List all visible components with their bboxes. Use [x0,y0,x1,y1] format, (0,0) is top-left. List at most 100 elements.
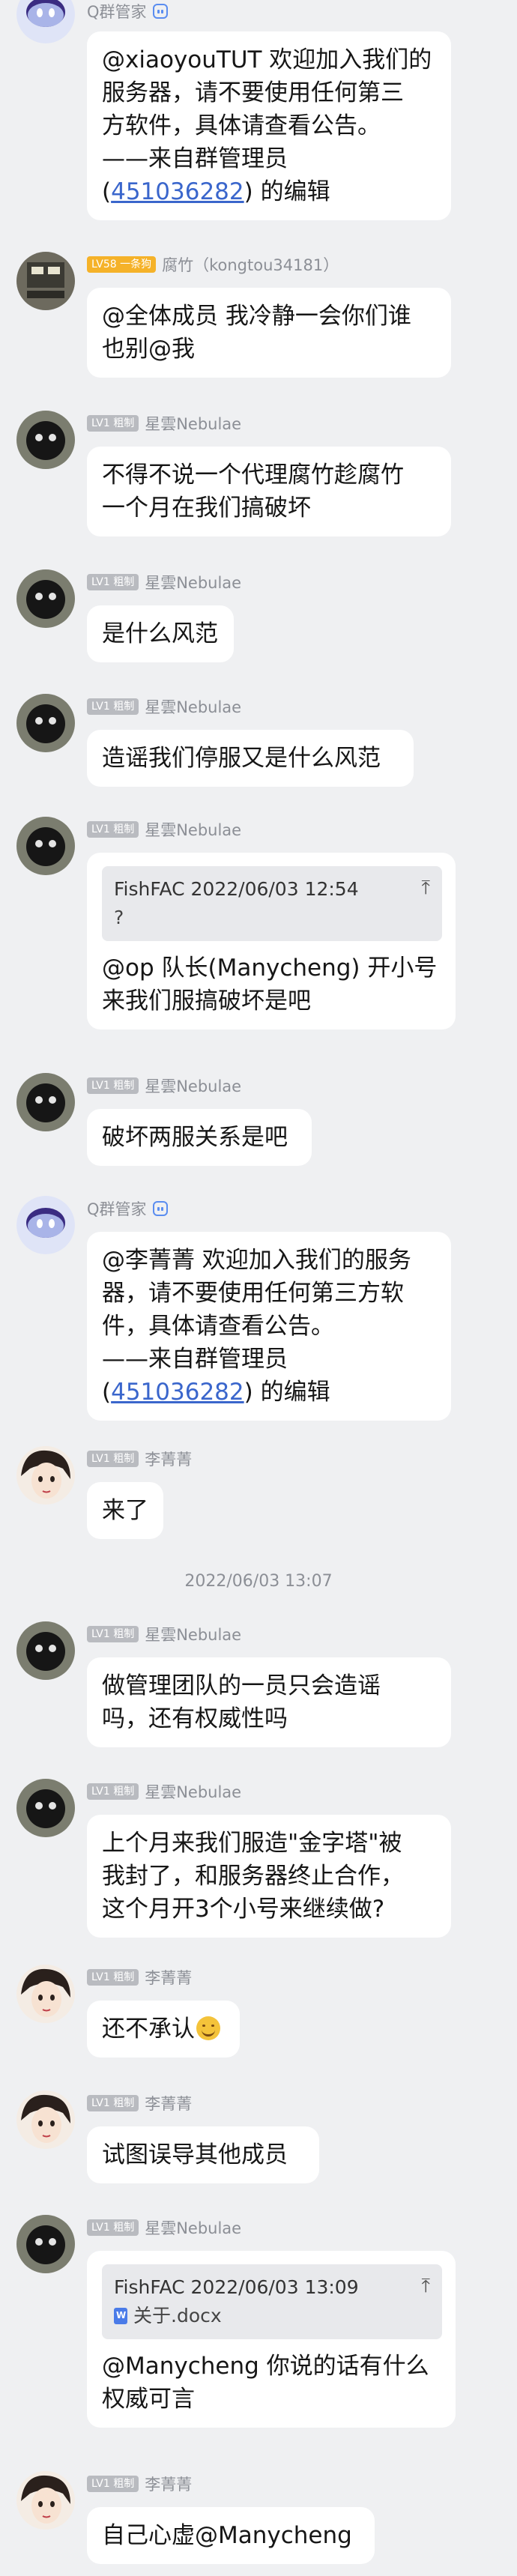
message-line: 权威可言 [102,2386,195,2413]
message-line: 这个月开3个小号来继续做? [102,1896,385,1923]
message-bubble[interactable]: 自己心虚@Manycheng [87,2507,375,2564]
level-badge: LV1 粗制 [87,1626,139,1642]
arrow-up-to-line-icon[interactable]: ⤒ [422,2272,431,2300]
avatar[interactable] [16,817,75,875]
bot-avatar-icon [16,1196,75,1254]
sender-name[interactable]: 星雲Nebulae [145,2216,241,2239]
message-bubble[interactable]: 来了 [87,1482,163,1539]
quoted-message[interactable]: FishFAC 2022/06/03 12:54 ? ⤒ [102,866,442,941]
message-bubble[interactable]: 还不承认 [87,2001,240,2058]
sender-meta: LV1 粗制 李菁菁 [87,1448,192,1470]
quote-attachment[interactable]: 关于.docx [114,2302,430,2330]
nebulae-avatar-icon [16,1073,75,1131]
avatar[interactable] [16,1446,75,1505]
sender-name[interactable]: 李菁菁 [145,1448,192,1470]
sender-name[interactable]: 星雲Nebulae [145,1623,241,1645]
level-badge: LV1 粗制 [87,821,139,838]
message-line: 我封了，和服务器终止合作， [102,1863,404,1890]
sender-name[interactable]: 星雲Nebulae [145,1074,241,1097]
avatar[interactable] [16,2090,75,2149]
avatar[interactable] [16,411,75,469]
arrow-up-to-line-icon[interactable]: ⤒ [422,874,431,902]
level-badge: LV1 粗制 [87,2095,139,2111]
girl-avatar-icon [16,1446,75,1505]
avatar[interactable] [16,2215,75,2273]
level-badge: LV1 粗制 [87,1969,139,1986]
avatar[interactable] [16,2471,75,2530]
message-bubble[interactable]: 上个月来我们服造"金字塔"被 我封了，和服务器终止合作， 这个月开3个小号来继续… [87,1815,451,1938]
link-suffix: ) 的编辑 [244,1379,330,1406]
level-badge: LV1 粗制 [87,415,139,432]
avatar[interactable] [16,0,75,43]
message-line: 一个月在我们搞破坏 [102,495,311,521]
message-bubble[interactable]: FishFAC 2022/06/03 13:09 关于.docx ⤒ @Many… [87,2251,456,2428]
avatar[interactable] [16,694,75,752]
sender-meta: LV1 粗制 星雲Nebulae [87,818,241,841]
quote-body: ? [114,907,124,928]
sender-meta: LV1 粗制 星雲Nebulae [87,2216,241,2239]
group-link[interactable]: 451036282 [111,178,244,205]
sender-meta: LV1 粗制 星雲Nebulae [87,1780,241,1803]
sender-name[interactable]: Q群管家 [87,1197,147,1220]
message-line: @xiaoyouTUT 欢迎加入我们的 [102,46,432,73]
message-line: @全体成员 我冷静一会你们谁 [102,303,411,330]
avatar[interactable] [16,1965,75,2023]
sender-name[interactable]: 李菁菁 [145,2473,192,2495]
sender-name[interactable]: 李菁菁 [145,2092,192,2114]
message-bubble[interactable]: 试图误导其他成员 [87,2126,319,2183]
quoted-message[interactable]: FishFAC 2022/06/03 13:09 关于.docx ⤒ [102,2264,442,2339]
sender-name[interactable]: 腐竹（kongtou34181） [162,253,339,276]
message-bubble[interactable]: @xiaoyouTUT 欢迎加入我们的 服务器，请不要使用任何第三 方软件，具体… [87,31,451,220]
chat-view[interactable]: Q群管家 @xiaoyouTUT 欢迎加入我们的 服务器，请不要使用任何第三 方… [0,0,517,2576]
nebulae-avatar-icon [16,694,75,752]
avatar[interactable] [16,1779,75,1837]
message-bubble[interactable]: @全体成员 我冷静一会你们谁 也别@我 [87,288,451,378]
level-badge: LV1 粗制 [87,1451,139,1467]
message-line: ——来自群管理员 [102,1346,288,1373]
message-line: 方软件，具体请查看公告。 [102,112,381,139]
message-bubble[interactable]: 是什么风范 [87,605,234,662]
message-line: @op 队长(Manycheng) 开小号 [102,955,438,982]
message-bubble[interactable]: 破坏两服关系是吧 [87,1109,312,1166]
sender-name[interactable]: 星雲Nebulae [145,818,241,841]
word-file-icon [114,2308,127,2324]
sender-name[interactable]: 星雲Nebulae [145,1780,241,1803]
sender-name[interactable]: 李菁菁 [145,1966,192,1989]
message-text: 还不承认 [102,2016,195,2043]
message-line: 服务器，请不要使用任何第三 [102,79,404,106]
message-bubble[interactable]: 做管理团队的一员只会造谣 吗，还有权威性吗 [87,1657,451,1747]
sender-name[interactable]: Q群管家 [87,0,147,22]
level-badge: LV1 粗制 [87,698,139,715]
message-line: 也别@我 [102,336,195,363]
avatar[interactable] [16,1073,75,1131]
message-bubble[interactable]: 不得不说一个代理腐竹趁腐竹 一个月在我们搞破坏 [87,447,451,536]
avatar[interactable] [16,1621,75,1680]
level-badge: LV1 粗制 [87,1077,139,1094]
avatar[interactable] [16,569,75,628]
avatar[interactable] [16,252,75,310]
sender-name[interactable]: 星雲Nebulae [145,412,241,435]
message-line: 还不承认 [102,2013,226,2046]
group-link[interactable]: 451036282 [111,1379,244,1406]
link-suffix: ) 的编辑 [244,178,330,205]
admin-avatar-icon [16,252,75,310]
level-badge: LV58 一条狗 [87,256,157,273]
message-bubble[interactable]: 造谣我们停服又是什么风范 [87,730,414,787]
sender-meta: LV1 粗制 星雲Nebulae [87,571,241,593]
avatar[interactable] [16,1196,75,1254]
message-line: 做管理团队的一员只会造谣 [102,1672,381,1699]
message-bubble[interactable]: @李菁菁 欢迎加入我们的服务 器，请不要使用任何第三方软 件，具体请查看公告。 … [87,1232,451,1421]
quote-header: FishFAC 2022/06/03 12:54 [114,878,359,900]
sender-meta: Q群管家 [87,0,168,22]
nebulae-avatar-icon [16,817,75,875]
message-line: 自己心虚@Manycheng [102,2522,352,2549]
message-line: (451036282) 的编辑 [102,175,438,208]
attachment-name: 关于.docx [133,2305,222,2326]
link-prefix: ( [102,1379,112,1406]
sender-meta: LV1 粗制 星雲Nebulae [87,695,241,718]
sender-name[interactable]: 星雲Nebulae [145,695,241,718]
message-line: 件，具体请查看公告。 [102,1313,334,1340]
robot-icon [152,4,168,19]
sender-name[interactable]: 星雲Nebulae [145,571,241,593]
message-bubble[interactable]: FishFAC 2022/06/03 12:54 ? ⤒ @op 队长(Many… [87,853,456,1030]
